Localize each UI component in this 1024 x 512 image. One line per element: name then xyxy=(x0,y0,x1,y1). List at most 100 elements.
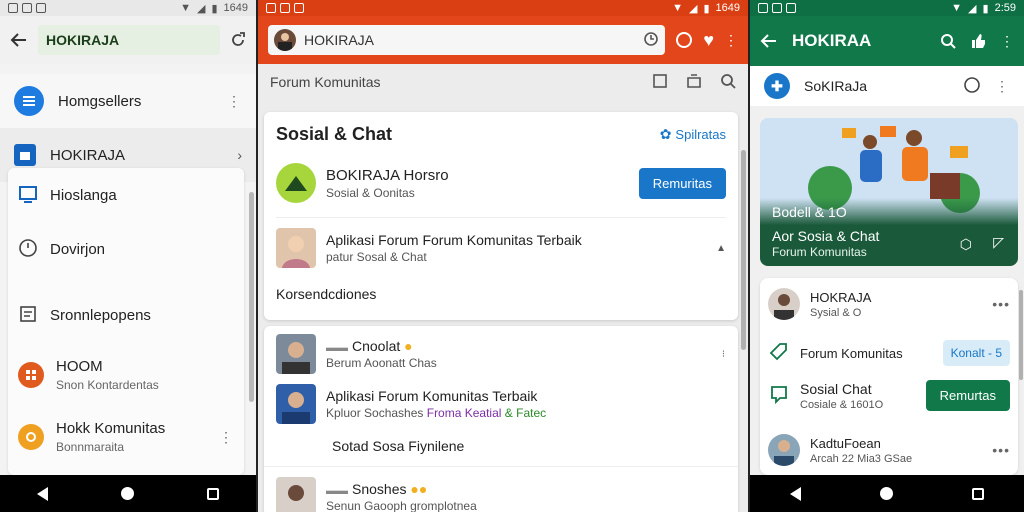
nav-home-icon[interactable] xyxy=(120,487,134,500)
feed-row[interactable]: Aplikasi Forum Komunitas Terbaik Kpluor … xyxy=(264,384,738,424)
list-item[interactable]: Hioslanga xyxy=(8,184,244,207)
thumbs-up-icon[interactable] xyxy=(970,33,986,49)
featured-banner[interactable]: Bodell & 1O Aor Sosia & Chat Forum Komun… xyxy=(760,118,1018,266)
chevron-right-icon: › xyxy=(237,147,242,163)
list-item[interactable]: HOOM Snon Kontardentas xyxy=(8,358,244,392)
section-label: SoKIRaJa xyxy=(804,78,868,94)
inbox-icon[interactable] xyxy=(686,73,702,92)
sparkle-icon: ✿ xyxy=(659,126,672,142)
profile-avatar[interactable] xyxy=(274,29,296,51)
app-title: HOKIRAA xyxy=(792,31,872,50)
item-subtitle: Sosial & Oonitas xyxy=(326,185,415,200)
wifi-icon: ▼ xyxy=(180,2,191,14)
search-input[interactable]: HOKIRAJA xyxy=(38,25,220,55)
search-input[interactable]: HOKIRAJA xyxy=(304,32,635,48)
overflow-menu-icon[interactable]: ⋮ xyxy=(1000,33,1014,50)
grid-app-icon xyxy=(18,362,44,388)
app-bar: HOKIRAJA ♥ ⋮ xyxy=(258,16,748,64)
list-item[interactable]: Sosial Chat Cosiale & 1601O Remurtas xyxy=(760,380,1018,411)
item-title: BOKIRAJA Horsro xyxy=(326,166,449,184)
battery-icon: ▮ xyxy=(703,2,710,15)
card-link[interactable]: Spilratas xyxy=(675,127,726,142)
menu-row-homgsellers[interactable]: Homgsellers ⋮ xyxy=(0,74,256,128)
sub-toolbar: ✚ SoKIRaJa ⋮ xyxy=(750,66,1024,106)
feed-row[interactable]: ▬▬ Snoshes ●● Senun Gaooph gromplotnea xyxy=(264,477,738,512)
user-avatar xyxy=(276,228,316,268)
user-avatar xyxy=(276,384,316,424)
count-badge[interactable]: Konalt - 5 xyxy=(942,340,1010,366)
back-arrow-icon[interactable] xyxy=(760,32,778,50)
list-item[interactable]: Dovirjon xyxy=(8,238,244,261)
battery-icon: ▮ xyxy=(982,2,989,15)
post-title: ▬▬ Cnoolat ● xyxy=(326,338,413,354)
overflow-menu-icon[interactable]: ••• xyxy=(992,442,1010,458)
chat-icon[interactable] xyxy=(675,31,693,49)
chat-bubble-icon[interactable] xyxy=(963,76,981,97)
community-logo xyxy=(276,163,316,203)
divider xyxy=(276,217,726,218)
community-row[interactable]: BOKIRAJA Horsro Sosial & Oonitas Remurit… xyxy=(264,161,738,205)
banner-caption-small: Bodell & 1O xyxy=(772,204,847,220)
scrollbar[interactable] xyxy=(741,150,746,350)
card-header: Sosial & Chat ✿ Spilratas xyxy=(264,112,738,145)
search-icon[interactable] xyxy=(720,73,736,92)
scrollbar[interactable] xyxy=(249,192,254,402)
list-item[interactable]: Hokk Komunitas Bonnmaraita ⋮ xyxy=(8,420,244,454)
item-subtitle: Sysial & O xyxy=(810,306,862,319)
share-icon[interactable]: ⬡ xyxy=(960,236,972,253)
join-community-button[interactable]: Remuritas xyxy=(638,167,726,199)
bookmark-icon[interactable] xyxy=(652,73,668,92)
banner-title: Aor Sosia & Chat xyxy=(772,228,880,244)
clock-icon xyxy=(18,238,38,261)
overflow-menu-icon[interactable]: ⋮ xyxy=(227,93,242,110)
feed-row[interactable]: ▬▬ Cnoolat ● Berum Aoonatt Chas ⁝ xyxy=(264,334,738,374)
nav-recents-icon[interactable] xyxy=(972,487,985,500)
android-nav-bar xyxy=(0,475,256,512)
divider xyxy=(264,466,738,467)
overflow-menu-icon[interactable]: ⁝ xyxy=(722,349,726,360)
search-icon[interactable] xyxy=(940,33,956,49)
status-time: 1649 xyxy=(223,2,248,14)
refresh-icon[interactable] xyxy=(643,31,659,50)
item-title: Hioslanga xyxy=(50,187,117,204)
list-item[interactable]: HOKRAJA Sysial & O ••• xyxy=(760,288,1018,320)
refresh-icon[interactable] xyxy=(230,32,246,48)
overflow-menu-icon[interactable]: ••• xyxy=(992,296,1010,312)
phone-screen-middle: ▼ ◢ ▮ 1649 HOKIRAJA ♥ ⋮ Forum Komunitas xyxy=(258,0,748,512)
community-app-icon xyxy=(18,424,44,450)
signal-icon: ◢ xyxy=(968,2,977,15)
list-item[interactable]: Forum Komunitas Konalt - 5 xyxy=(760,340,1018,366)
phone-screen-left: ▼ ◢ ▮ 1649 HOKIRAJA Homgsellers ⋮ HOKIRA… xyxy=(0,0,256,512)
nav-back-icon[interactable] xyxy=(36,486,48,501)
status-bar: ▼ ◢ ▮ 2:59 xyxy=(750,0,1024,16)
list-item[interactable]: KadtuFoean Arcah 22 Mia3 GSae ••• xyxy=(760,434,1018,466)
chat-icon xyxy=(768,383,790,408)
user-avatar xyxy=(768,434,800,466)
item-subtitle: patur Sosal & Chat xyxy=(326,250,427,264)
post-title: Sotad Sosa Fiynilene xyxy=(332,438,465,454)
nav-home-icon[interactable] xyxy=(879,487,893,500)
menu-row-label: HOKIRAJA xyxy=(50,146,126,164)
scrollbar[interactable] xyxy=(1019,290,1023,380)
search-bar[interactable]: HOKIRAJA xyxy=(268,25,666,55)
app-row[interactable]: Aplikasi Forum Forum Komunitas Terbaik p… xyxy=(264,228,738,268)
item-title: Forum Komunitas xyxy=(800,345,903,361)
banner-subtitle: Forum Komunitas xyxy=(772,245,867,259)
list-item[interactable]: Sronnlepopens xyxy=(8,304,244,327)
send-icon[interactable]: ◸ xyxy=(993,234,1004,251)
join-community-button[interactable]: Remurtas xyxy=(925,380,1010,411)
document-icon xyxy=(18,304,38,327)
nav-recents-icon[interactable] xyxy=(207,487,220,500)
post-subtitle: Kpluor Sochashes Froma Keatial & Fatec xyxy=(326,406,547,420)
overflow-menu-icon[interactable]: ⋮ xyxy=(219,429,234,446)
battery-icon: ▮ xyxy=(211,2,218,15)
heart-icon[interactable]: ♥ xyxy=(703,30,714,51)
caret-up-icon[interactable]: ▲ xyxy=(716,243,726,254)
feed-card: ▬▬ Cnoolat ● Berum Aoonatt Chas ⁝ Aplikas… xyxy=(264,326,738,512)
back-arrow-icon[interactable] xyxy=(10,31,28,49)
item-subtitle: Bonnmaraita xyxy=(56,440,125,454)
nav-back-icon[interactable] xyxy=(789,486,801,501)
overflow-menu-icon[interactable]: ⋮ xyxy=(995,78,1010,95)
overflow-menu-icon[interactable]: ⋮ xyxy=(724,32,738,49)
status-bar: ▼ ◢ ▮ 1649 xyxy=(0,0,256,16)
